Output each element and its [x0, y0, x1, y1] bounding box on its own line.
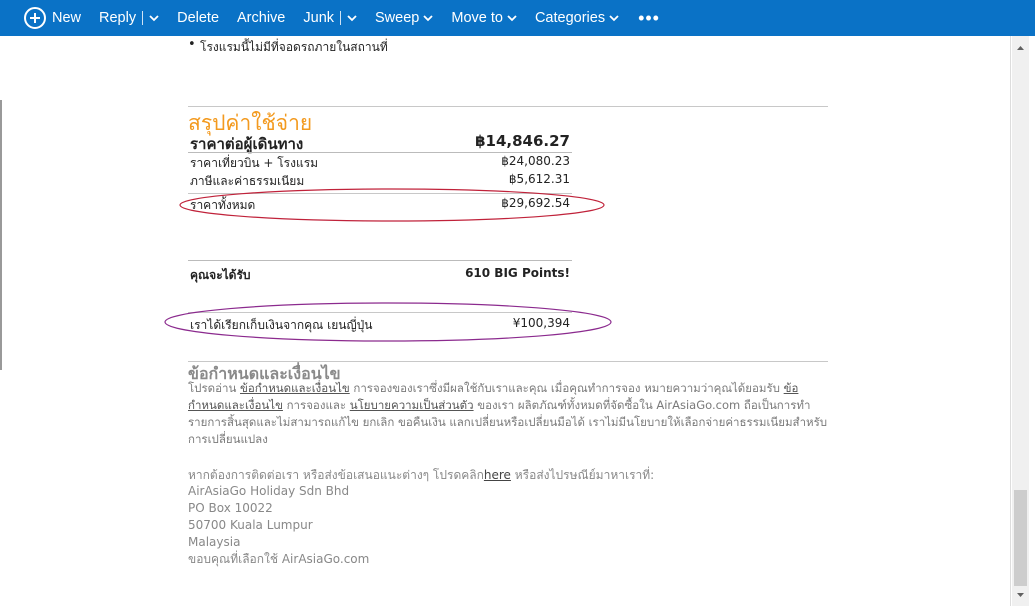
taxes-value: ฿5,612.31: [508, 172, 570, 186]
parking-note: โรงแรมนี้ไม่มีที่จอดรถภายในสถานที่: [188, 37, 388, 57]
chevron-down-icon[interactable]: [347, 14, 357, 22]
po-box: PO Box 10022: [188, 501, 273, 515]
terms-paragraph: โปรดอ่าน ข้อกำหนดและเงื่อนไข การจองของเร…: [188, 380, 833, 448]
delete-label: Delete: [177, 10, 220, 26]
earn-value: 610 BIG Points!: [465, 266, 570, 280]
chevron-down-icon[interactable]: [149, 14, 159, 22]
total-highlight-ellipse: [179, 188, 605, 222]
thanks-note: ขอบคุณที่เลือกใช้ AirAsiaGo.com: [188, 552, 370, 566]
flight-hotel-value: ฿24,080.23: [501, 154, 570, 168]
move-to-button[interactable]: Move to: [442, 0, 526, 36]
junk-separator: [340, 11, 342, 25]
earn-label: คุณจะได้รับ: [190, 268, 251, 282]
categories-button[interactable]: Categories: [526, 0, 628, 36]
scroll-down-arrow-icon[interactable]: [1014, 587, 1027, 603]
here-link[interactable]: here: [484, 468, 511, 482]
archive-label: Archive: [237, 10, 286, 26]
chevron-down-icon: [507, 14, 517, 22]
categories-label: Categories: [534, 10, 606, 26]
junk-button[interactable]: Junk: [294, 0, 366, 36]
reply-button[interactable]: Reply: [90, 0, 168, 36]
flight-hotel-row: ราคาเที่ยวบิน + โรงแรม ฿24,080.23: [190, 154, 570, 170]
chevron-down-icon: [423, 14, 433, 22]
terms-link[interactable]: ข้อกำหนดและเงื่อนไข: [240, 381, 350, 395]
sweep-button[interactable]: Sweep: [366, 0, 442, 36]
contact-text: หรือส่งไปรษณีย์มาหาเราที่:: [510, 468, 655, 482]
pane-border: [1010, 36, 1011, 606]
reply-label: Reply: [99, 10, 137, 26]
terms-text: การจองของเราซึ่งมีผลใช้กับเราและคุณ เมื่…: [349, 381, 784, 395]
reply-separator: [142, 11, 144, 25]
sweep-label: Sweep: [375, 10, 420, 26]
move-to-label: Move to: [451, 10, 503, 26]
scrollbar-thumb[interactable]: [1014, 490, 1027, 586]
terms-text: การจองและ: [282, 398, 350, 412]
flight-hotel-label: ราคาเที่ยวบิน + โรงแรม: [190, 156, 319, 170]
new-label: New: [52, 10, 82, 26]
divider: [188, 260, 572, 261]
terms-text: โปรดอ่าน: [188, 381, 241, 395]
junk-label: Junk: [303, 10, 335, 26]
contact-intro: หากต้องการติดต่อเรา หรือส่งข้อเสนอแนะต่า…: [188, 466, 654, 485]
city: 50700 Kuala Lumpur: [188, 518, 313, 532]
more-options-icon[interactable]: •••: [628, 0, 669, 36]
plus-circle-icon: [24, 7, 46, 29]
country: Malaysia: [188, 535, 241, 549]
per-person-value: ฿14,846.27: [475, 132, 570, 150]
new-button[interactable]: New: [0, 0, 90, 36]
per-person-row: ราคาต่อผู้เดินทาง ฿14,846.27: [190, 132, 570, 153]
archive-button[interactable]: Archive: [228, 0, 294, 36]
email-body: โรงแรมนี้ไม่มีที่จอดรถภายในสถานที่ สรุปค…: [0, 36, 1010, 609]
contact-text: หากต้องการติดต่อเรา หรือส่งข้อเสนอแนะต่า…: [188, 468, 484, 482]
scroll-up-arrow-icon[interactable]: [1014, 40, 1027, 56]
charged-highlight-ellipse: [164, 302, 612, 342]
chevron-down-icon: [609, 14, 619, 22]
company-name: AirAsiaGo Holiday Sdn Bhd: [188, 484, 350, 498]
earn-points-row: คุณจะได้รับ 610 BIG Points!: [190, 266, 570, 282]
divider: [188, 152, 572, 153]
privacy-policy-link[interactable]: นโยบายความเป็นส่วนตัว: [350, 398, 474, 412]
delete-button[interactable]: Delete: [168, 0, 228, 36]
command-toolbar: New Reply Delete Archive Junk Sweep Move…: [0, 0, 1035, 36]
